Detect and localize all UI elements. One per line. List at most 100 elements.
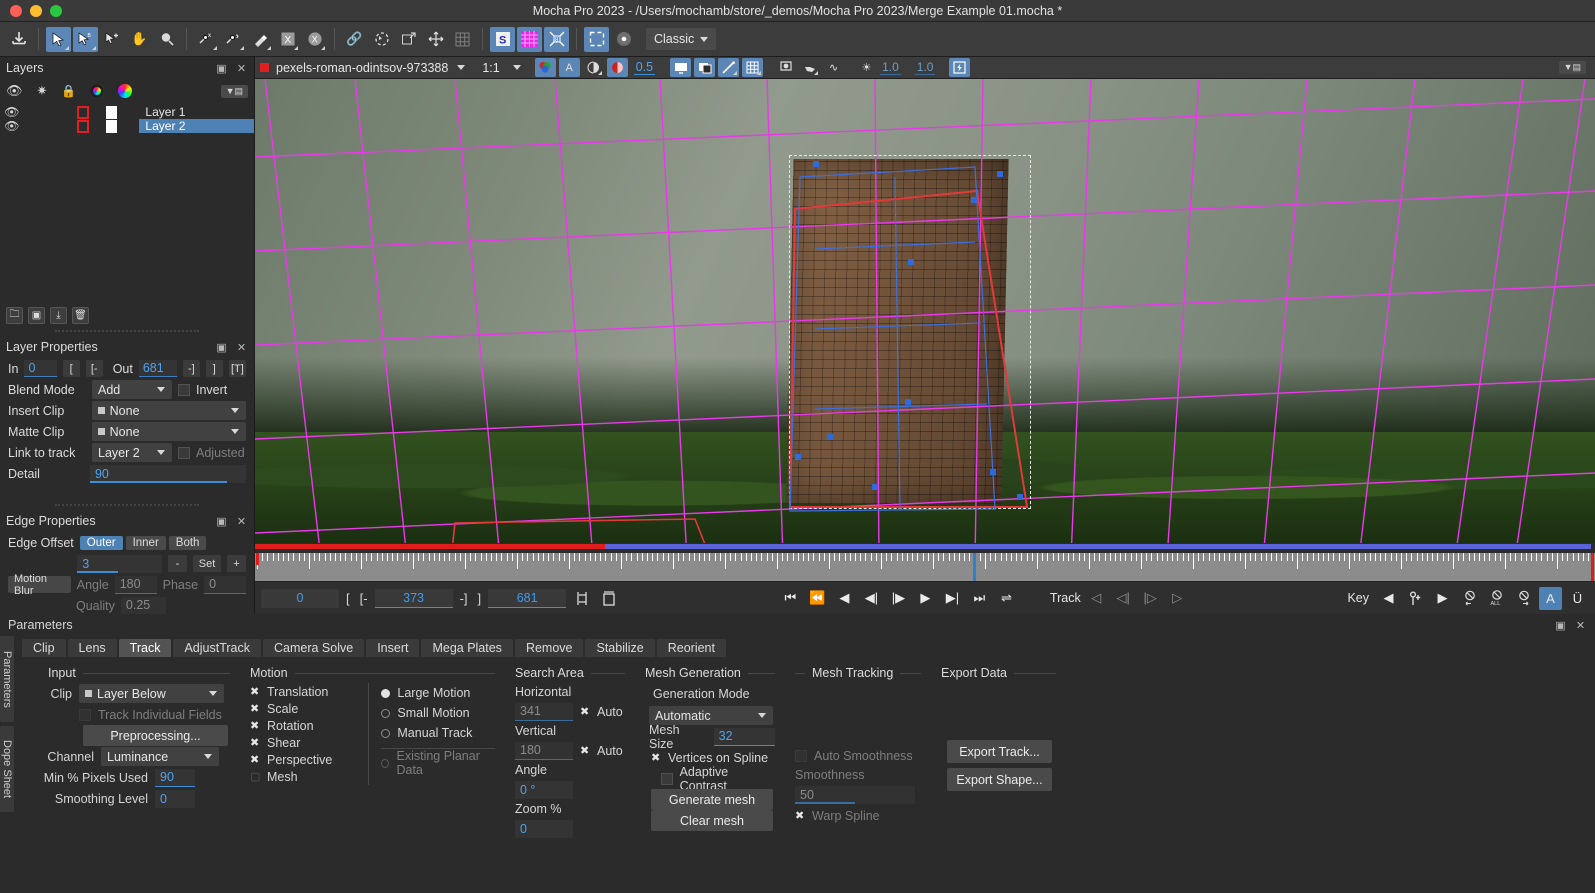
panel-divider[interactable] <box>55 330 199 334</box>
step-back-icon[interactable]: ◀| <box>860 587 883 610</box>
grid-tool-icon[interactable] <box>450 27 475 52</box>
layers-list[interactable]: 👁 Layer 1 👁 Layer 2 <box>0 103 254 303</box>
increment-button[interactable]: + <box>227 555 246 572</box>
set-out-button[interactable]: ] <box>205 360 223 377</box>
list-item[interactable]: 👁 Layer 1 <box>0 105 254 119</box>
import-icon[interactable] <box>6 27 31 52</box>
motion-blur-button[interactable]: Motion Blur <box>8 573 71 597</box>
next-keyframe-icon[interactable]: ▶| <box>941 587 964 610</box>
pick-tool-icon[interactable] <box>46 26 71 52</box>
timeline-start-marker[interactable] <box>256 553 259 565</box>
horizontal-field[interactable]: 341 <box>515 702 573 721</box>
gamma-value[interactable]: 1.0 <box>880 60 901 75</box>
layer-name[interactable]: Layer 2 <box>139 119 254 133</box>
angle-field[interactable]: 0 ° <box>515 780 573 799</box>
detail-slider[interactable]: 90 <box>89 464 246 483</box>
new-group-icon[interactable]: 🗀 <box>6 307 23 324</box>
shear-row[interactable]: ✖ Shear <box>250 734 348 751</box>
show-grid-icon[interactable] <box>517 26 542 52</box>
adaptive-contrast-row[interactable]: Adaptive Contrast <box>645 765 775 793</box>
motion-radio-group[interactable]: Large Motion Small Motion Manual Track E… <box>368 683 495 785</box>
generation-mode-dropdown[interactable]: Automatic <box>649 706 773 725</box>
in-bracket-button[interactable]: [ <box>343 591 353 606</box>
play-backward-icon[interactable]: ◀ <box>833 587 856 610</box>
pick-b-tool-icon[interactable]: B <box>73 26 98 52</box>
track-forward-icon[interactable]: ▷ <box>1166 587 1189 610</box>
out-point-field[interactable]: 681 <box>488 588 567 608</box>
previous-keyframe-icon[interactable]: ⏪ <box>806 587 829 610</box>
in-point-field[interactable]: 373 <box>374 588 453 608</box>
warp-spline-row[interactable]: ✖ Warp Spline <box>795 805 921 826</box>
show-planar-grid-icon[interactable] <box>584 26 609 52</box>
show-surface-icon[interactable]: S <box>490 26 515 52</box>
undo-key-button[interactable]: Ü <box>1566 587 1589 610</box>
min-pixels-field[interactable]: 90 <box>155 768 195 787</box>
auto-smoothness-row[interactable]: Auto Smoothness <box>795 745 921 766</box>
tab-insert[interactable]: Insert <box>366 639 420 657</box>
lock-icon[interactable]: 🔒 <box>61 84 76 98</box>
play-forward-icon[interactable]: ▶ <box>914 587 937 610</box>
goto-out-button[interactable]: -] <box>182 360 200 377</box>
chevron-down-icon[interactable] <box>457 65 466 70</box>
eye-icon[interactable]: 👁 <box>0 119 24 133</box>
brightness-icon[interactable]: ☀ <box>856 58 877 77</box>
overlay-toggle-icon[interactable] <box>583 58 604 77</box>
timeline-ruler[interactable] <box>255 553 1595 581</box>
layer-fill-swatch[interactable] <box>105 105 118 119</box>
close-window-button[interactable] <box>10 4 22 17</box>
tracked-spline-overlay[interactable] <box>255 79 1595 543</box>
transport-controls[interactable]: 0 [ [- 373 -] ] 681 ⏮ ⏪ ◀ ◀| |▶ ▶ ▶| ⏭ ⇌ <box>255 581 1595 614</box>
preview-icon[interactable] <box>775 58 796 77</box>
rotation-row[interactable]: ✖ Rotation <box>250 717 348 734</box>
edge-offset-both-button[interactable]: Both <box>168 535 207 550</box>
vertical-field[interactable]: 180 <box>515 741 573 760</box>
clip-dropdown[interactable]: Layer Below <box>79 684 224 703</box>
loop-icon[interactable]: ⇌ <box>995 587 1018 610</box>
current-frame-field[interactable]: 0 <box>261 588 339 608</box>
edge-offset-segmented[interactable]: Outer Inner Both <box>79 535 207 550</box>
channel-rgb-icon[interactable] <box>534 58 556 77</box>
main-toolbar[interactable]: B ✋ x X X 🔗 S 8 Classic <box>0 22 1595 57</box>
link-icon[interactable]: 🔗 <box>342 27 367 52</box>
layer-name[interactable]: Layer 1 <box>139 105 254 119</box>
adjusted-checkbox[interactable] <box>178 446 190 459</box>
mask-overlay-icon[interactable] <box>606 58 628 77</box>
layer-outline-swatch[interactable] <box>76 105 89 119</box>
move-plane-icon[interactable] <box>423 27 448 52</box>
delete-all-keys-icon[interactable]: ALL <box>1485 587 1508 610</box>
close-icon[interactable]: ✕ <box>235 341 248 354</box>
goto-in-button[interactable]: [- <box>357 591 371 606</box>
xspline-tool-icon[interactable]: x <box>194 27 219 52</box>
perspective-row[interactable]: ✖ Perspective <box>250 751 348 768</box>
xspline-ellipse-icon[interactable]: X <box>302 27 327 52</box>
zoom-field[interactable]: 0 <box>515 819 573 838</box>
go-to-start-icon[interactable]: ⏮ <box>779 587 802 610</box>
stabilize-view-icon[interactable] <box>611 27 636 52</box>
align-surface-icon[interactable]: 8 <box>544 26 569 52</box>
layout-preset-dropdown[interactable]: Classic <box>646 28 717 50</box>
manual-track-icon[interactable] <box>799 58 820 77</box>
next-key-icon[interactable]: ▶ <box>1431 587 1454 610</box>
add-layer-icon[interactable]: ▣ <box>28 307 45 324</box>
existing-planar-data-row[interactable]: Existing Planar Data <box>381 749 495 777</box>
side-tab-parameters[interactable]: Parameters <box>0 636 14 722</box>
xspline-rect-icon[interactable]: X <box>275 27 300 52</box>
tab-reorient[interactable]: Reorient <box>656 639 726 657</box>
large-motion-row[interactable]: Large Motion <box>381 683 495 703</box>
close-icon[interactable]: ✕ <box>235 515 248 528</box>
tab-track[interactable]: Track <box>118 639 172 657</box>
side-tab-dope-sheet[interactable]: Dope Sheet <box>0 726 14 812</box>
add-key-icon[interactable] <box>1404 587 1427 610</box>
go-to-end-icon[interactable]: ⏭ <box>968 587 991 610</box>
layers-footer-toolbar[interactable]: 🗀 ▣ ⤓ 🗑 <box>0 303 254 328</box>
track-backward-icon[interactable]: ◁ <box>1085 587 1108 610</box>
float-panel-icon[interactable]: ▣ <box>1554 619 1567 632</box>
tab-adjusttrack[interactable]: AdjustTrack <box>173 639 261 657</box>
magnetic-spline-icon[interactable] <box>248 27 273 52</box>
layer-outline-swatch[interactable] <box>76 119 89 133</box>
track-forward-frame-icon[interactable]: |▷ <box>1139 587 1162 610</box>
motion-checkbox-group[interactable]: ✖ Translation ✖ Scale ✖ Rotation ✖ Shear ✖ Pe… <box>250 683 348 785</box>
delete-layer-icon[interactable]: 🗑 <box>72 307 89 324</box>
set-button[interactable]: Set <box>193 555 221 572</box>
parameters-tabs[interactable]: Clip Lens Track AdjustTrack Camera Solve… <box>0 636 1595 657</box>
